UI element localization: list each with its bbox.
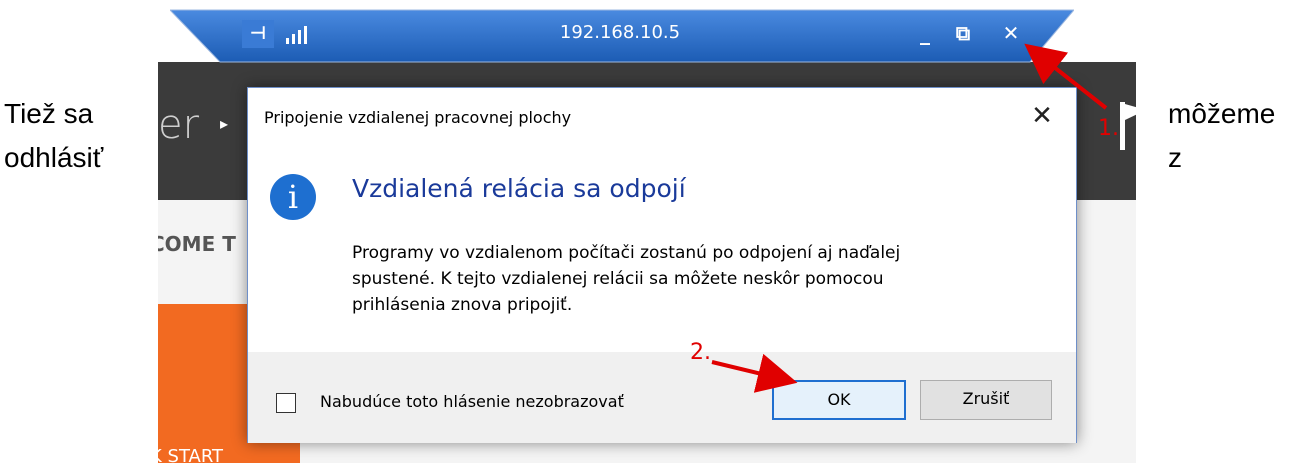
arrow-to-ok [711, 353, 798, 393]
step-2-label: 2. [690, 340, 711, 365]
annotation-arrows [711, 43, 1108, 393]
arrow-to-close [1024, 43, 1108, 110]
step-1-label: 1. [1098, 116, 1119, 141]
